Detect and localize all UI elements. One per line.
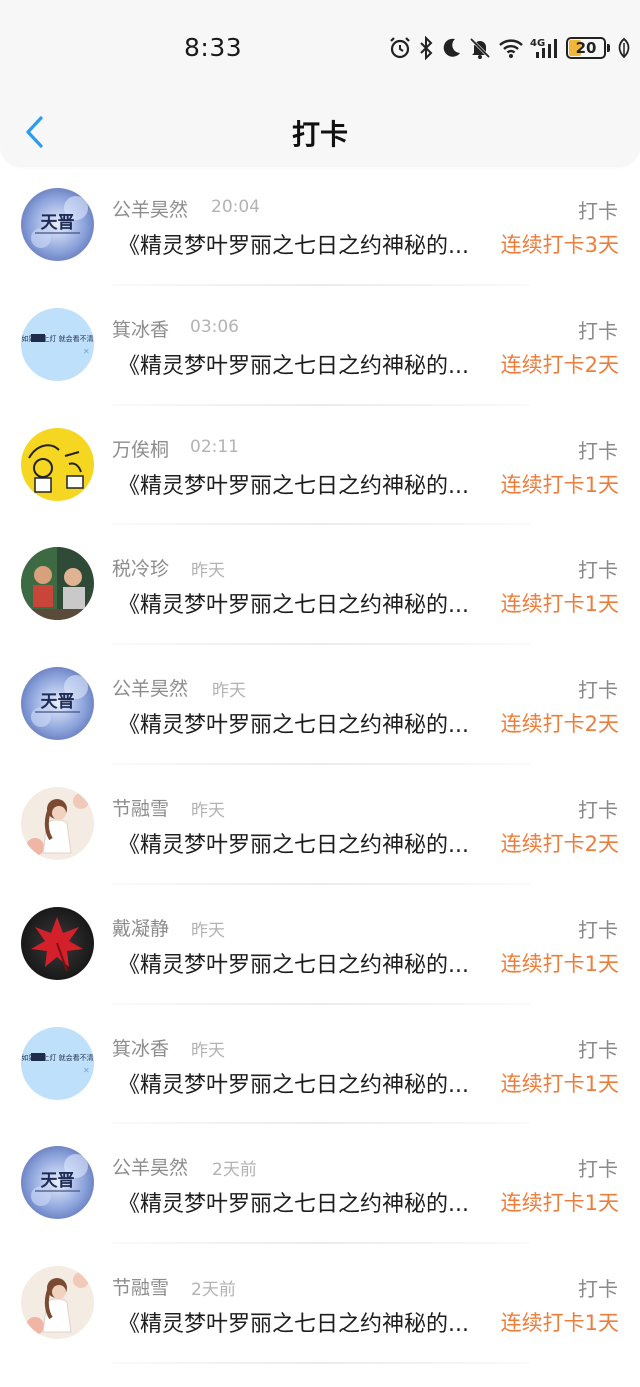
username[interactable]: 节融雪 (112, 1273, 169, 1300)
action-label: 打卡 (578, 797, 618, 822)
wifi-icon (499, 39, 523, 58)
action-label: 打卡 (578, 438, 618, 463)
action-label: 打卡 (578, 199, 618, 223)
status-time: 8:33 (184, 33, 243, 62)
svg-text:4G: 4G (530, 38, 545, 49)
timestamp: 昨天 (191, 920, 225, 941)
username[interactable]: 万俟桐 (112, 435, 169, 462)
list-item[interactable]: 万俟桐 02:11 打卡 《精灵梦叶罗丽之七日之约神秘的... 连续打卡1天 (0, 406, 640, 526)
action-label: 打卡 (578, 558, 618, 583)
timestamp: 昨天 (212, 681, 246, 702)
username[interactable]: 戴凝静 (112, 914, 169, 941)
book-title[interactable]: 《精灵梦叶罗丽之七日之约神秘的... (118, 707, 500, 739)
book-title[interactable]: 《精灵梦叶罗丽之七日之约神秘的... (118, 468, 500, 500)
book-title[interactable]: 《精灵梦叶罗丽之七日之约神秘的... (118, 1306, 500, 1338)
username[interactable]: 公羊昊然 (112, 195, 188, 222)
list-item[interactable]: 如果关上灯 就会看不清 ✕ 箕冰香 昨天 打卡 《精灵梦叶罗丽之七日之约神秘的..… (0, 1005, 640, 1125)
username[interactable]: 箕冰香 (112, 315, 169, 342)
username[interactable]: 公羊昊然 (112, 674, 188, 701)
action-label: 打卡 (578, 1277, 618, 1302)
avatar[interactable]: 天晋 (21, 667, 94, 741)
avatar[interactable]: 天晋 (21, 1146, 94, 1220)
bluetooth-icon (420, 36, 433, 60)
list-item[interactable]: 节融雪 昨天 打卡 《精灵梦叶罗丽之七日之约神秘的... 连续打卡2天 (0, 765, 640, 885)
streak-label: 连续打卡2天 (500, 352, 619, 377)
alarm-icon (390, 37, 410, 59)
top-bar: 8:33 4G 20 打卡 (0, 0, 640, 166)
list-item[interactable]: 天晋 公羊昊然 20:04 打卡 《精灵梦叶罗丽之七日之约神秘的... 连续打卡… (0, 166, 640, 286)
avatar[interactable] (21, 547, 94, 621)
bell-off-icon (469, 37, 491, 59)
avatar-text: 如果关上灯 就会看不清 (21, 334, 93, 343)
book-title[interactable]: 《精灵梦叶罗丽之七日之约神秘的... (118, 827, 500, 859)
leaf-icon (618, 37, 630, 59)
streak-label: 连续打卡1天 (500, 592, 619, 617)
svg-text:✕: ✕ (83, 1066, 90, 1075)
avatar-text: 如果关上灯 就会看不清 (21, 1053, 93, 1062)
list-item[interactable]: 天晋 公羊昊然 昨天 打卡 《精灵梦叶罗丽之七日之约神秘的... 连续打卡2天 (0, 645, 640, 765)
streak-label: 连续打卡1天 (500, 472, 619, 497)
battery-icon: 20 (566, 37, 606, 59)
list-item[interactable]: 天晋 公羊昊然 2天前 打卡 《精灵梦叶罗丽之七日之约神秘的... 连续打卡1天 (0, 1124, 640, 1244)
status-icons: 4G 20 (388, 34, 632, 62)
action-label: 打卡 (578, 1037, 618, 1062)
avatar[interactable] (21, 786, 94, 860)
streak-label: 连续打卡1天 (500, 1071, 619, 1096)
timestamp: 昨天 (191, 800, 225, 821)
signal-4g-icon: 4G (530, 38, 557, 58)
streak-label: 连续打卡1天 (500, 1191, 619, 1216)
svg-text:✕: ✕ (83, 347, 90, 356)
avatar[interactable] (21, 427, 94, 501)
avatar[interactable]: 天晋 (21, 188, 94, 261)
streak-label: 连续打卡3天 (500, 233, 619, 257)
avatar[interactable]: 如果关上灯 就会看不清 ✕ (21, 1026, 94, 1100)
checkin-list: 天晋 公羊昊然 20:04 打卡 《精灵梦叶罗丽之七日之约神秘的... 连续打卡… (0, 166, 640, 1364)
username[interactable]: 箕冰香 (112, 1034, 169, 1061)
book-title[interactable]: 《精灵梦叶罗丽之七日之约神秘的... (118, 1186, 500, 1218)
timestamp: 02:11 (190, 436, 239, 457)
avatar-text: 天晋 (41, 1171, 75, 1191)
page-title: 打卡 (291, 118, 348, 151)
avatar[interactable] (21, 906, 94, 980)
avatar[interactable]: 如果关上灯 就会看不清 ✕ (21, 307, 94, 381)
username[interactable]: 节融雪 (112, 794, 169, 821)
battery-level: 20 (575, 39, 597, 57)
streak-label: 连续打卡2天 (500, 831, 619, 856)
book-title[interactable]: 《精灵梦叶罗丽之七日之约神秘的... (118, 228, 500, 260)
avatar-text: 天晋 (41, 692, 75, 712)
action-label: 打卡 (578, 318, 618, 343)
list-item[interactable]: 税冷珍 昨天 打卡 《精灵梦叶罗丽之七日之约神秘的... 连续打卡1天 (0, 525, 640, 645)
action-label: 打卡 (578, 1157, 618, 1182)
book-title[interactable]: 《精灵梦叶罗丽之七日之约神秘的... (118, 587, 500, 619)
streak-label: 连续打卡1天 (500, 1311, 619, 1336)
list-item[interactable]: 节融雪 2天前 打卡 《精灵梦叶罗丽之七日之约神秘的... 连续打卡1天 (0, 1244, 640, 1364)
timestamp: 2天前 (212, 1160, 257, 1181)
action-label: 打卡 (578, 678, 618, 703)
moon-icon (443, 38, 460, 57)
timestamp: 20:04 (211, 197, 260, 217)
list-item[interactable]: 戴凝静 昨天 打卡 《精灵梦叶罗丽之七日之约神秘的... 连续打卡1天 (0, 885, 640, 1005)
book-title[interactable]: 《精灵梦叶罗丽之七日之约神秘的... (118, 1067, 500, 1099)
avatar-text: 天晋 (41, 213, 75, 233)
username[interactable]: 公羊昊然 (112, 1153, 188, 1180)
book-title[interactable]: 《精灵梦叶罗丽之七日之约神秘的... (118, 947, 500, 979)
streak-label: 连续打卡1天 (500, 951, 619, 976)
list-item[interactable]: 如果关上灯 就会看不清 ✕ 箕冰香 03:06 打卡 《精灵梦叶罗丽之七日之约神秘… (0, 286, 640, 406)
book-title[interactable]: 《精灵梦叶罗丽之七日之约神秘的... (118, 348, 500, 380)
timestamp: 03:06 (190, 316, 239, 337)
timestamp: 2天前 (191, 1280, 236, 1301)
avatar[interactable] (21, 1266, 94, 1340)
battery-tip (607, 44, 610, 52)
username[interactable]: 税冷珍 (112, 554, 169, 581)
action-label: 打卡 (578, 917, 618, 942)
timestamp: 昨天 (191, 1040, 225, 1061)
streak-label: 连续打卡2天 (500, 712, 619, 737)
timestamp: 昨天 (191, 561, 225, 582)
